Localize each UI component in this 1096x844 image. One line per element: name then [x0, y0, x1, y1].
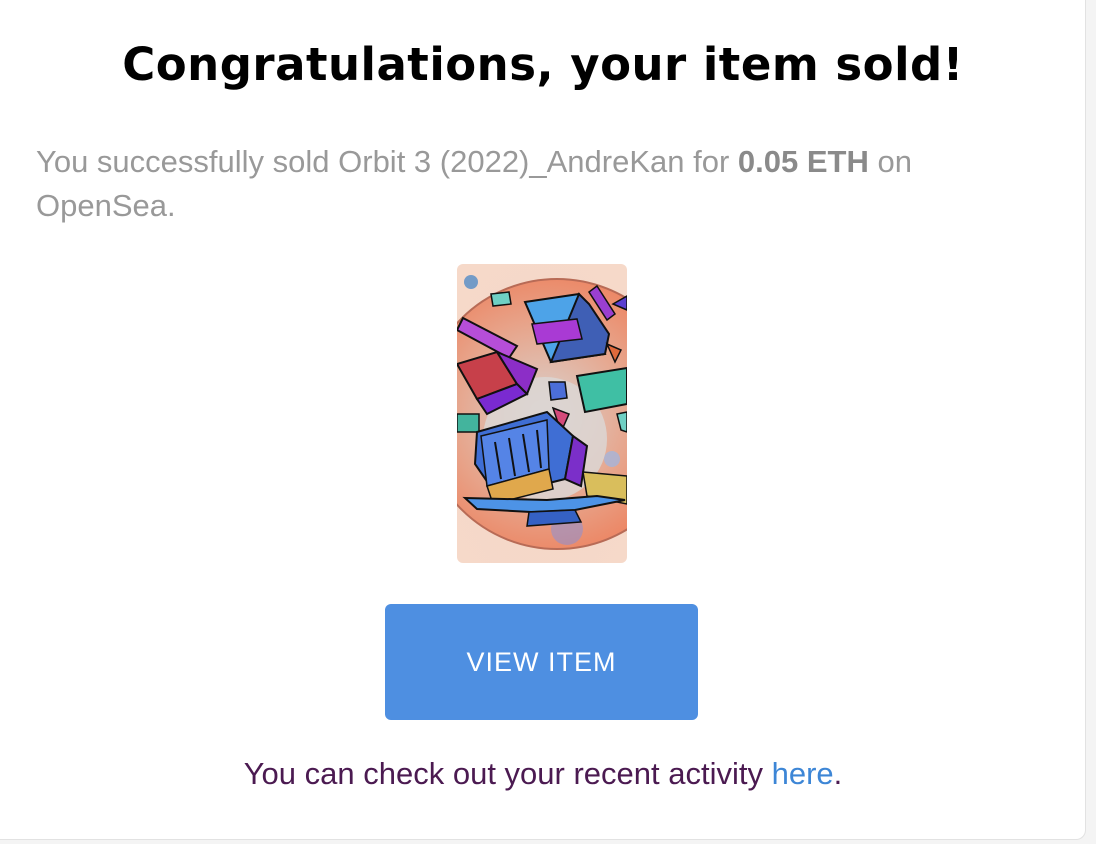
recent-activity-suffix: .: [833, 756, 843, 791]
recent-activity-prefix: You can check out your recent activity: [243, 756, 772, 791]
nft-artwork-image[interactable]: [457, 264, 627, 563]
sale-message-prefix: You successfully sold Orbit 3 (2022)_And…: [36, 144, 738, 179]
page-title: Congratulations, your item sold!: [122, 38, 964, 91]
sale-price: 0.05 ETH: [737, 144, 869, 179]
recent-activity-note: You can check out your recent activity h…: [0, 756, 1086, 792]
artwork-illustration: [457, 264, 627, 563]
view-item-button[interactable]: VIEW ITEM: [385, 604, 698, 720]
recent-activity-link[interactable]: here: [772, 756, 834, 791]
email-card: Congratulations, your item sold! You suc…: [0, 0, 1086, 840]
sale-message: You successfully sold Orbit 3 (2022)_And…: [36, 140, 1036, 228]
